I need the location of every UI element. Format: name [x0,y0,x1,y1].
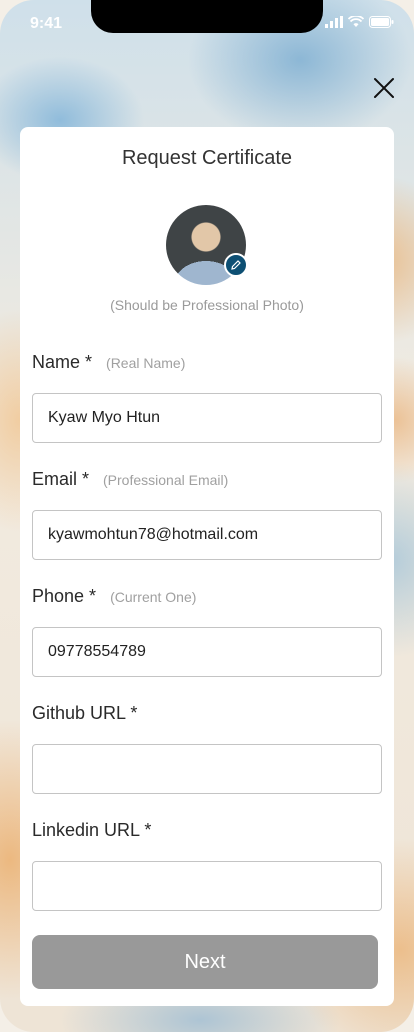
name-input[interactable] [32,393,382,443]
profile-photo[interactable] [166,205,248,285]
signal-icon [325,16,343,28]
github-label-row: Github URL * [32,703,137,724]
name-hint: (Real Name) [106,355,186,371]
name-label: Name * [32,352,93,372]
battery-icon [369,16,394,28]
phone-hint: (Current One) [110,589,197,605]
status-time: 9:41 [30,15,63,32]
linkedin-label: Linkedin URL * [32,820,152,840]
edit-photo-button[interactable] [224,253,248,277]
linkedin-url-input[interactable] [32,861,382,911]
phone-input[interactable] [32,627,382,677]
next-button[interactable]: Next [32,935,378,989]
close-icon [374,78,394,98]
email-label: Email * [32,469,90,489]
email-label-row: Email * (Professional Email) [32,469,228,490]
phone-screen: 9:41 Request Certificate (Should be Prof… [0,0,414,1032]
email-input[interactable] [32,510,382,560]
phone-label-row: Phone * (Current One) [32,586,196,607]
photo-hint: (Should be Professional Photo) [110,297,304,313]
request-form-card: Request Certificate (Should be Professio… [20,127,394,1006]
github-url-input[interactable] [32,744,382,794]
github-label: Github URL * [32,703,138,723]
pencil-icon [231,260,241,270]
status-icons [325,16,394,28]
page-title: Request Certificate [121,147,293,169]
notch [91,0,323,33]
linkedin-label-row: Linkedin URL * [32,820,151,841]
email-hint: (Professional Email) [103,472,229,488]
wifi-icon [348,16,364,27]
name-label-row: Name * (Real Name) [32,352,185,373]
close-button[interactable] [370,74,398,102]
phone-label: Phone * [32,586,97,606]
